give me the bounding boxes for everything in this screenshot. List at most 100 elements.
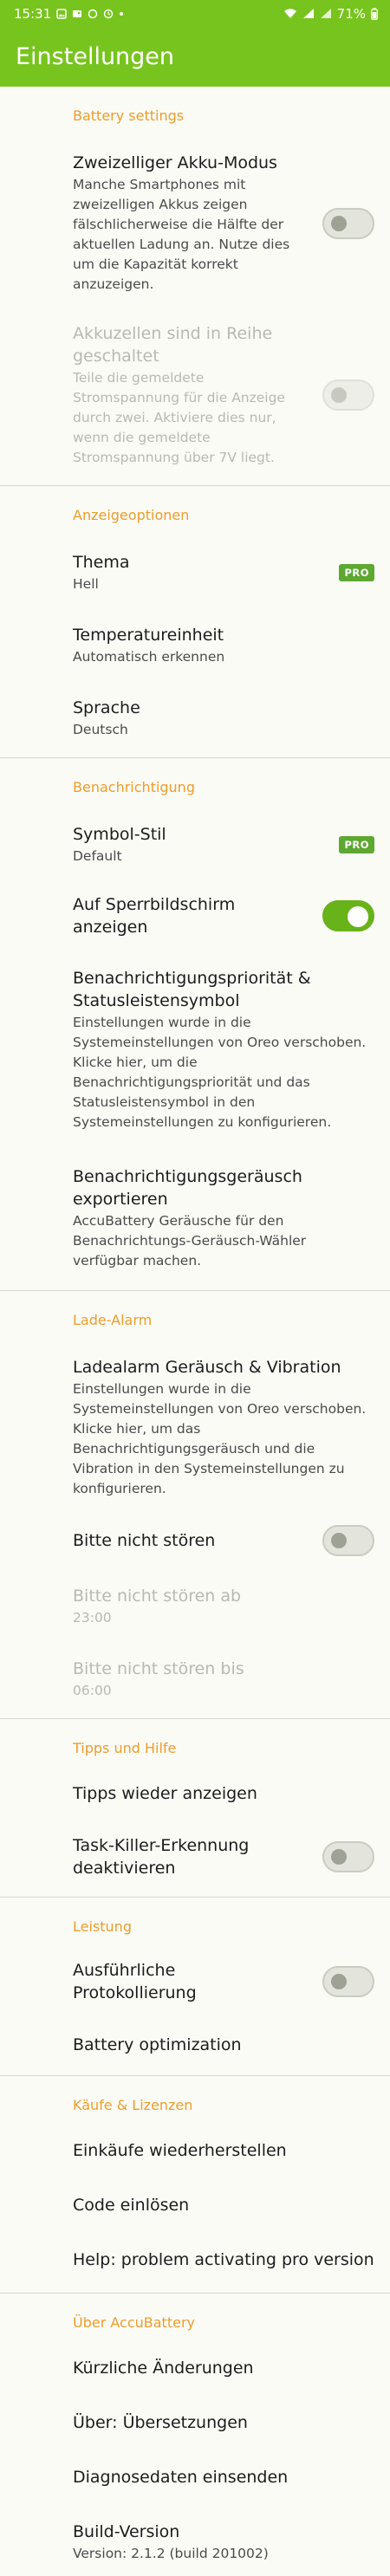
pref-text: Über: Übersetzungen [73, 2411, 374, 2434]
switch-knob [331, 215, 347, 231]
pref-title: Temperatureinheit [73, 626, 224, 645]
pref-text: Ausführliche Protokollierung [73, 1959, 302, 2004]
pref-text: Help: problem activating pro version [73, 2248, 374, 2271]
pref-restore-purchases[interactable]: Einkäufe wiederherstellen [0, 2127, 390, 2181]
section-purchases: Käufe & Lizenzen Einkäufe wiederherstell… [0, 2076, 390, 2294]
section-title: Käufe & Lizenzen [73, 2097, 193, 2113]
pref-theme[interactable]: Thema Hell PRO [0, 537, 390, 609]
pref-text: Auf Sperrbildschirm anzeigen [73, 893, 302, 938]
pref-text: Temperatureinheit Automatisch erkennen [73, 624, 374, 667]
lockscreen-toggle[interactable] [322, 900, 374, 931]
pref-task-killer[interactable]: Task-Killer-Erkennung deaktivieren [0, 1820, 390, 1897]
battery-percent: 71% [336, 5, 366, 22]
pref-symbol-style[interactable]: Symbol-Stil Default PRO [0, 809, 390, 879]
pref-title: Bitte nicht stören bis [73, 1659, 244, 1678]
pref-text: Bitte nicht stören ab 23:00 [73, 1585, 374, 1628]
section-tips-help: Tipps und Hilfe Tipps wieder anzeigen Ta… [0, 1719, 390, 1898]
pref-send-diagnostics[interactable]: Diagnosedaten einsenden [0, 2453, 390, 2508]
pref-summary: AccuBattery Geräusche für den Benachrich… [73, 1213, 307, 1269]
switch-container [312, 1841, 374, 1872]
pref-text: Symbol-Stil Default [73, 823, 302, 866]
section-display-options: Anzeigeoptionen Thema Hell PRO Temperatu… [0, 486, 390, 758]
pref-dnd-until[interactable]: Bitte nicht stören bis 06:00 [0, 1643, 390, 1718]
switch-knob [331, 387, 347, 403]
pref-series-cells[interactable]: Akkuzellen sind in Reihe geschaltet Teil… [0, 310, 390, 485]
pref-summary: Teile die gemeldete Stromspannung für di… [73, 370, 285, 465]
pref-help-pro[interactable]: Help: problem activating pro version [0, 2235, 390, 2293]
series-cells-toggle[interactable] [322, 380, 374, 411]
section-battery-settings: Battery settings Zweizelliger Akku-Modus… [0, 87, 390, 486]
pref-value: Default [73, 848, 122, 864]
switch-container [312, 380, 374, 411]
pref-text: Zweizelliger Akku-Modus Manche Smartphon… [73, 152, 302, 295]
pro-badge: PRO [339, 836, 374, 853]
pref-title: Ladealarm Geräusch & Vibration [73, 1358, 341, 1377]
pref-text: Bitte nicht stören bis 06:00 [73, 1658, 374, 1701]
pref-title: Bitte nicht stören [73, 1531, 216, 1550]
pref-notification-priority[interactable]: Benachrichtigungspriorität & Statusleist… [0, 952, 390, 1150]
pref-summary: Manche Smartphones mit zweizelligen Akku… [73, 177, 290, 292]
task-killer-toggle[interactable] [322, 1841, 374, 1872]
section-charge-alarm: Lade-Alarm Ladealarm Geräusch & Vibratio… [0, 1291, 390, 1719]
dnd-toggle[interactable] [322, 1525, 374, 1556]
pref-alarm-sound-vibration[interactable]: Ladealarm Geräusch & Vibration Einstellu… [0, 1342, 390, 1513]
pref-title: Symbol-Stil [73, 825, 166, 844]
section-performance: Leistung Ausführliche Protokollierung Ba… [0, 1898, 390, 2076]
pref-title: Diagnosedaten einsenden [73, 2468, 289, 2487]
clock-icon [104, 9, 114, 18]
dual-cell-toggle[interactable] [322, 207, 374, 239]
pref-text: Code einlösen [73, 2194, 374, 2216]
pref-translations[interactable]: Über: Übersetzungen [0, 2398, 390, 2453]
page-title: Einstellungen [16, 43, 175, 70]
pref-summary: Einstellungen wurde in die Systemeinstel… [73, 1381, 367, 1496]
pref-title: Ausführliche Protokollierung [73, 1961, 197, 2002]
pref-changelog[interactable]: Kürzliche Änderungen [0, 2345, 390, 2398]
battery-icon [371, 7, 378, 20]
section-title: Benachrichtigung [73, 779, 195, 795]
pref-text: Sprache Deutsch [73, 697, 374, 740]
pro-badge: PRO [339, 564, 374, 581]
pref-text: Diagnosedaten einsenden [73, 2466, 374, 2488]
signal-icon [302, 9, 314, 18]
switch-container [312, 900, 374, 931]
pref-title: Benachrichtigungsgeräusch exportieren [73, 1167, 302, 1209]
pref-title: Build-Version [73, 2522, 180, 2541]
pref-temperature-unit[interactable]: Temperatureinheit Automatisch erkennen [0, 609, 390, 682]
pref-title: Kürzliche Änderungen [73, 2359, 254, 2378]
pref-text: Build-Version Version: 2.1.2 (build 2010… [73, 2521, 374, 2564]
pref-text: Kürzliche Änderungen [73, 2357, 374, 2379]
pref-export-sound[interactable]: Benachrichtigungsgeräusch exportieren Ac… [0, 1150, 390, 1290]
pref-lockscreen[interactable]: Auf Sperrbildschirm anzeigen [0, 879, 390, 952]
pref-title: Auf Sperrbildschirm anzeigen [73, 895, 236, 937]
pref-do-not-disturb[interactable]: Bitte nicht stören [0, 1513, 390, 1570]
switch-container [312, 207, 374, 239]
pref-dual-cell-mode[interactable]: Zweizelliger Akku-Modus Manche Smartphon… [0, 138, 390, 310]
pref-title: Tipps wieder anzeigen [73, 1784, 257, 1803]
pref-verbose-logging[interactable]: Ausführliche Protokollierung [0, 1949, 390, 2018]
section-title: Leistung [73, 1918, 132, 1935]
whatsapp-icon [88, 9, 98, 18]
pref-title: Sprache [73, 698, 140, 717]
pref-title: Bitte nicht stören ab [73, 1586, 242, 1606]
status-bar-right: 71% [283, 6, 378, 22]
switch-knob [331, 1849, 347, 1865]
pref-text: Benachrichtigungsgeräusch exportieren Ac… [73, 1165, 374, 1271]
pref-redeem-code[interactable]: Code einlösen [0, 2181, 390, 2235]
pref-dnd-from[interactable]: Bitte nicht stören ab 23:00 [0, 1570, 390, 1643]
pref-title: Thema [73, 553, 130, 572]
switch-container [312, 1525, 374, 1556]
pref-title: Einkäufe wiederherstellen [73, 2141, 287, 2160]
pref-title: Task-Killer-Erkennung deaktivieren [73, 1836, 250, 1878]
badge-container: PRO [312, 564, 374, 581]
pref-battery-optimization[interactable]: Battery optimization [0, 2018, 390, 2075]
image-icon [73, 10, 82, 17]
pref-text: Battery optimization [73, 2034, 374, 2056]
pref-title: Zweizelliger Akku-Modus [73, 153, 277, 172]
pref-language[interactable]: Sprache Deutsch [0, 682, 390, 757]
verbose-logging-toggle[interactable] [322, 1966, 374, 1997]
switch-container [312, 1966, 374, 1997]
pref-title: Akkuzellen sind in Reihe geschaltet [73, 324, 273, 366]
notification-dot-icon [120, 11, 124, 16]
pref-show-tips[interactable]: Tipps wieder anzeigen [0, 1770, 390, 1820]
app-bar: Einstellungen [0, 27, 390, 87]
